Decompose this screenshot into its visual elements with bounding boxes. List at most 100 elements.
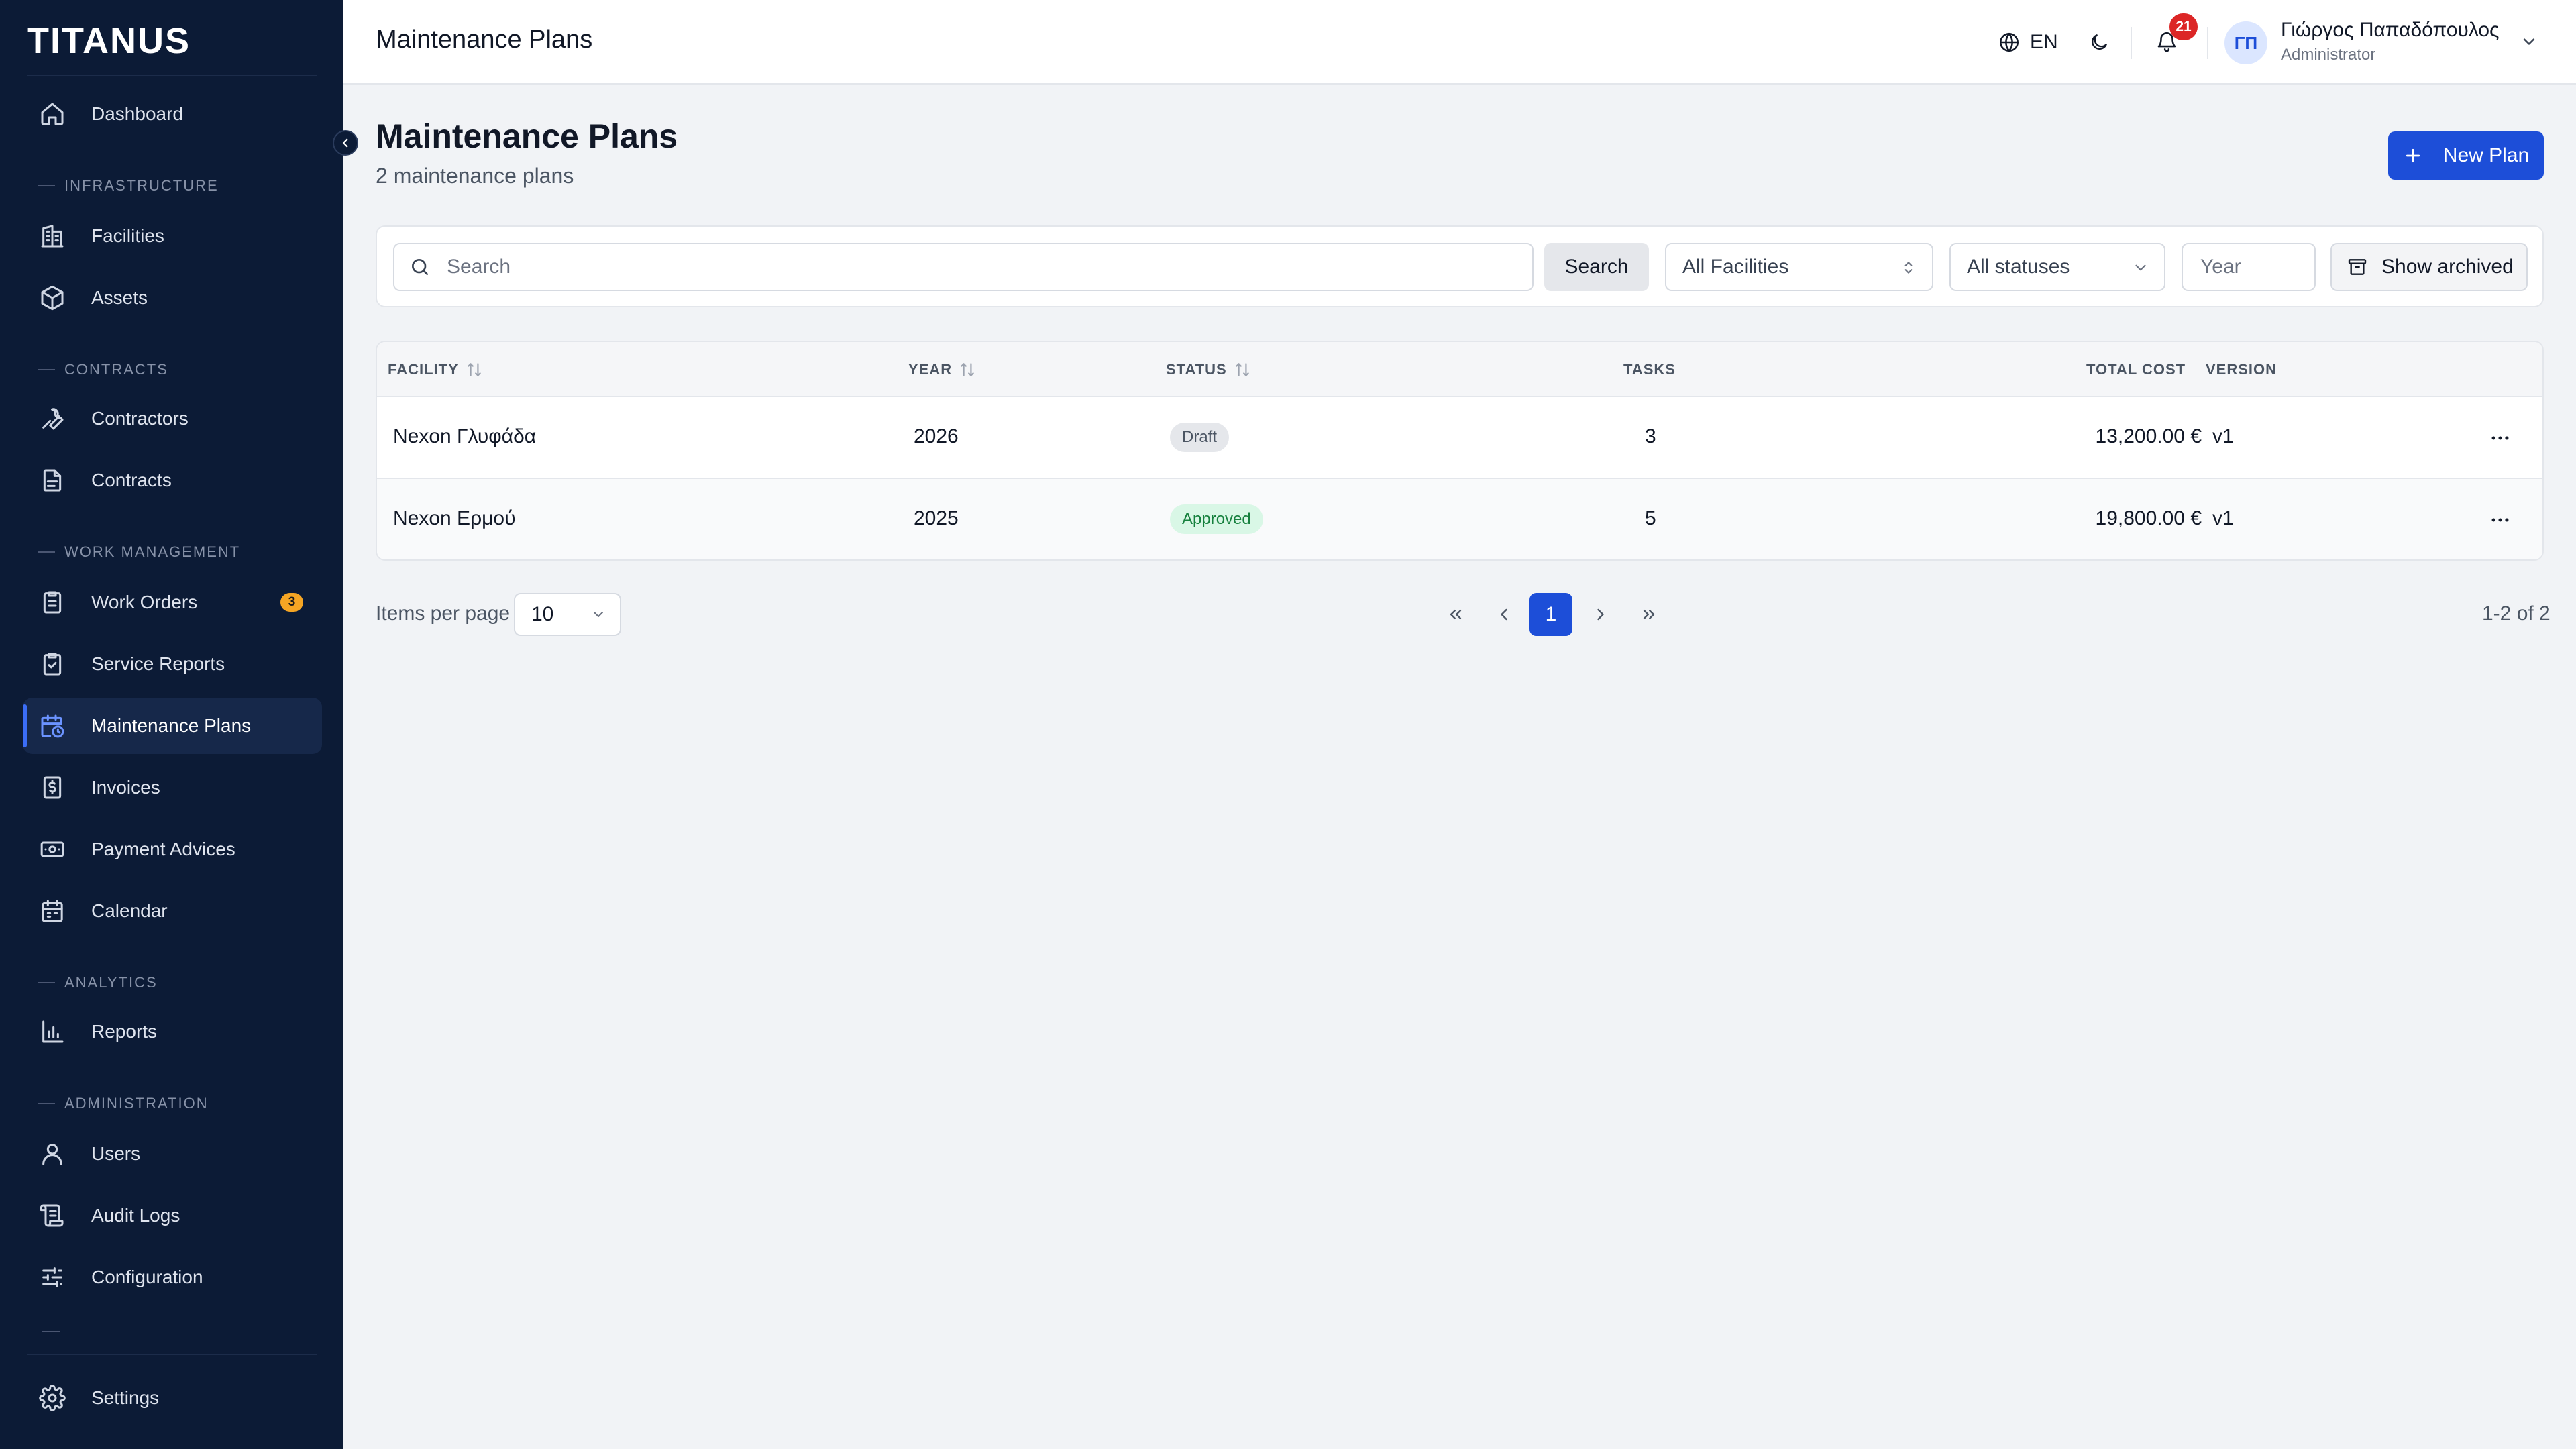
sidebar-item-contracts[interactable]: Contracts: [23, 452, 322, 508]
sidebar-item-payment-advices[interactable]: Payment Advices: [23, 821, 322, 877]
calendar-clock-icon: [41, 714, 64, 738]
column-header-facility[interactable]: FACILITY: [388, 361, 483, 378]
box-icon: [41, 285, 64, 311]
user-menu[interactable]: ΓΠ Γιώργος Παπαδόπουλος Administrator: [2224, 19, 2560, 67]
divider: [27, 75, 317, 76]
column-header-year[interactable]: YEAR: [908, 361, 976, 378]
pagination-range: 1-2 of 2: [2482, 602, 2551, 625]
divider: [27, 1354, 317, 1355]
avatar: ΓΠ: [2224, 21, 2267, 64]
last-page-button[interactable]: [1627, 593, 1670, 636]
sidebar-item-calendar[interactable]: Calendar: [23, 883, 322, 939]
search-button[interactable]: Search: [1544, 243, 1649, 291]
sidebar-item-audit-logs[interactable]: Audit Logs: [23, 1187, 322, 1244]
new-plan-label: New Plan: [2443, 144, 2530, 166]
building-icon: [41, 225, 64, 248]
cell-facility: Nexon Ερμού: [393, 507, 516, 529]
cell-year: 2025: [914, 507, 959, 529]
chevron-up-down-icon: [1904, 262, 1913, 274]
sort-icon: [468, 363, 481, 376]
sidebar-item-label: Calendar: [91, 900, 168, 921]
chevron-left-icon: [342, 138, 348, 148]
sidebar-item-dashboard[interactable]: Dashboard: [23, 86, 322, 142]
column-header-status[interactable]: STATUS: [1166, 361, 1251, 378]
chevron-down-icon: [2135, 264, 2146, 271]
next-page-button[interactable]: [1579, 593, 1622, 636]
language-code: EN: [2030, 31, 2058, 53]
maintenance-plans-table: FACILITY YEAR STATUS TASKS TOTAL COST VE…: [376, 341, 2544, 561]
column-header-tasks: TASKS: [1623, 361, 1676, 378]
chevrons-right-icon: [1643, 610, 1655, 619]
scroll-icon: [40, 1204, 64, 1227]
search-icon: [412, 259, 428, 275]
sidebar-item-label: Facilities: [91, 225, 164, 246]
sidebar-item-invoices[interactable]: Invoices: [23, 759, 322, 816]
sort-icon: [961, 363, 974, 376]
sidebar-item-label: Payment Advices: [91, 839, 235, 859]
first-page-button[interactable]: [1434, 593, 1477, 636]
table-row[interactable]: Nexon Ερμού 2025 Approved 5 19,800.00 € …: [377, 479, 2542, 559]
sidebar-item-settings[interactable]: Settings: [23, 1370, 322, 1426]
sidebar-item-label: Settings: [91, 1387, 160, 1408]
sidebar: TITANUS Dashboard INFRASTRUCTURE Facilit…: [0, 0, 358, 1449]
sidebar-item-maintenance-plans[interactable]: Maintenance Plans: [23, 698, 322, 754]
chevrons-left-icon: [1450, 610, 1462, 619]
sidebar-item-facilities[interactable]: Facilities: [23, 208, 322, 264]
show-archived-button[interactable]: Show archived: [2330, 243, 2528, 291]
row-actions-button[interactable]: [2483, 504, 2517, 535]
column-header-label: FACILITY: [388, 361, 459, 378]
previous-page-button[interactable]: [1483, 593, 1525, 636]
document-icon: [43, 469, 62, 492]
year-field[interactable]: [2182, 243, 2316, 291]
archive-icon: [2348, 259, 2367, 275]
column-header-version: VERSION: [2206, 361, 2277, 378]
section-label-work-management: WORK MANAGEMENT: [38, 543, 240, 561]
divider: [42, 1331, 60, 1332]
plus-icon: [2406, 148, 2420, 163]
calendar-icon: [42, 900, 63, 922]
page-title: Maintenance Plans: [376, 117, 678, 155]
sidebar-item-service-reports[interactable]: Service Reports: [23, 636, 322, 692]
sidebar-collapse-button[interactable]: [333, 130, 358, 156]
app-window: TITANUS Dashboard INFRASTRUCTURE Facilit…: [0, 0, 2576, 1449]
language-switcher[interactable]: EN: [1998, 27, 2058, 58]
search-field[interactable]: [393, 243, 1534, 291]
sidebar-item-configuration[interactable]: Configuration: [23, 1249, 322, 1305]
column-header-label: TOTAL COST: [2086, 361, 2186, 378]
row-actions-button[interactable]: [2483, 423, 2517, 453]
show-archived-label: Show archived: [2381, 256, 2514, 278]
table-row[interactable]: Nexon Γλυφάδα 2026 Draft 3 13,200.00 € v…: [377, 397, 2542, 479]
topbar-title: Maintenance Plans: [376, 25, 593, 54]
sidebar-item-label: Maintenance Plans: [91, 715, 252, 736]
search-input[interactable]: [445, 255, 1495, 279]
sidebar-item-label: Work Orders: [91, 592, 198, 612]
status-badge: Draft: [1170, 423, 1230, 452]
cell-total-cost: 19,800.00 €: [2095, 507, 2202, 529]
cell-year: 2026: [914, 425, 959, 447]
sidebar-item-work-orders[interactable]: Work Orders 3: [23, 574, 322, 631]
year-input[interactable]: [2199, 255, 2309, 279]
sidebar-item-label: Contractors: [91, 408, 189, 429]
work-orders-count-badge: 3: [280, 593, 303, 612]
chevron-down-icon: [594, 612, 603, 617]
sort-icon: [1235, 363, 1249, 376]
theme-toggle-button[interactable]: [2084, 27, 2114, 58]
facility-select[interactable]: All Facilities: [1665, 243, 1933, 291]
sidebar-item-reports[interactable]: Reports: [23, 1004, 322, 1060]
items-per-page-select[interactable]: 10: [514, 593, 621, 636]
more-horizontal-icon: [2491, 436, 2509, 440]
brand-logo[interactable]: TITANUS: [27, 20, 191, 62]
column-header-total-cost: TOTAL COST: [2086, 361, 2186, 378]
column-header-label: VERSION: [2206, 361, 2277, 378]
sidebar-item-assets[interactable]: Assets: [23, 270, 322, 326]
page-button-current[interactable]: 1: [1529, 593, 1572, 636]
sidebar-item-users[interactable]: Users: [23, 1126, 322, 1182]
sidebar-item-contractors[interactable]: Contractors: [23, 390, 322, 447]
sidebar-item-label: Invoices: [91, 777, 160, 798]
items-per-page-label: Items per page: [376, 602, 511, 625]
sidebar-item-label: Service Reports: [91, 653, 225, 674]
status-select[interactable]: All statuses: [1949, 243, 2165, 291]
wrench-icon: [42, 408, 64, 430]
page-subtitle: 2 maintenance plans: [376, 164, 574, 188]
new-plan-button[interactable]: New Plan: [2388, 131, 2544, 180]
